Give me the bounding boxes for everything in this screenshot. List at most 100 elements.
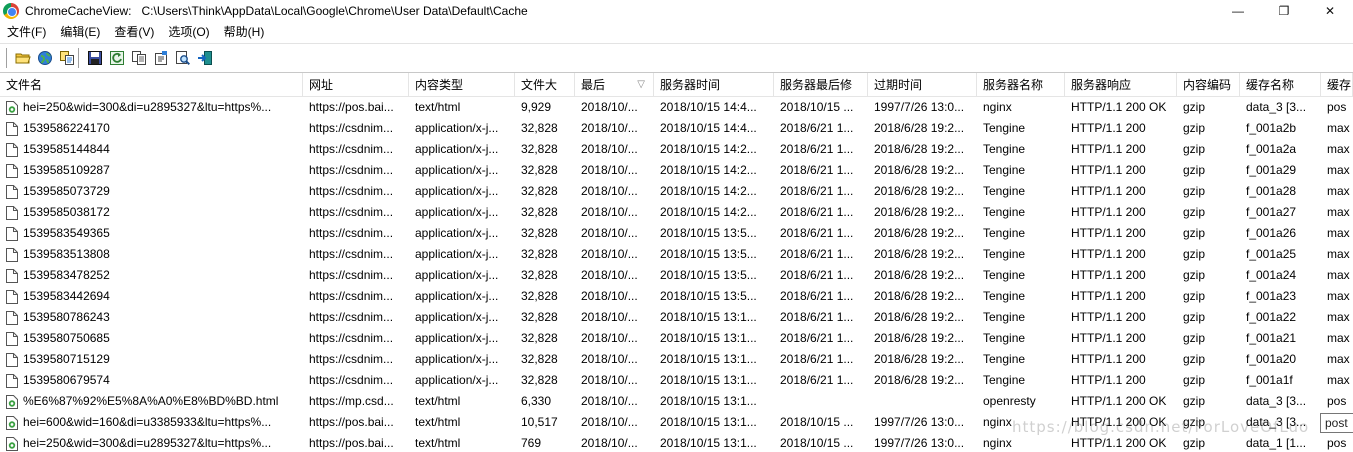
table-cell: f_001a25 — [1240, 244, 1321, 265]
table-row[interactable]: 1539583513808 https://csdnim... applicatio… — [0, 244, 1353, 265]
table-cell: gzip — [1177, 160, 1240, 181]
table-row[interactable]: 1539583549365 https://csdnim... applicatio… — [0, 223, 1353, 244]
cell-text: 2018/6/28 19:2... — [874, 352, 965, 366]
cell-text: HTTP/1.1 200 — [1071, 163, 1146, 177]
cell-text: 2018/6/28 19:2... — [874, 247, 965, 261]
table-cell: 2018/10/... — [575, 181, 654, 202]
table-row[interactable]: %E6%87%92%E5%8A%A0%E8%BD%BD.html https://… — [0, 391, 1353, 412]
refresh-icon[interactable] — [106, 47, 128, 69]
column-header[interactable]: 缓存名称 — [1240, 73, 1321, 97]
table-cell: 32,828 — [515, 370, 575, 391]
find-icon[interactable] — [172, 47, 194, 69]
html-file-icon — [6, 415, 18, 430]
column-header[interactable]: 服务器时间 — [654, 73, 774, 97]
column-header[interactable]: 网址 — [303, 73, 409, 97]
table-cell: max — [1321, 181, 1353, 202]
table-row[interactable]: 1539585144844 https://csdnim... applicatio… — [0, 139, 1353, 160]
column-header[interactable]: 最后 ▽ — [575, 73, 654, 97]
column-header[interactable]: 文件名 — [0, 73, 303, 97]
cell-text: data_3 [3... — [1246, 100, 1307, 114]
table-row[interactable]: 1539580750685 https://csdnim... applicatio… — [0, 328, 1353, 349]
menu-help[interactable]: 帮助(H) — [217, 22, 272, 42]
table-cell: HTTP/1.1 200 — [1065, 349, 1177, 370]
table-cell: text/html — [409, 433, 515, 452]
cell-text: https://pos.bai... — [309, 415, 394, 429]
save-icon[interactable] — [84, 47, 106, 69]
table-cell: 2018/10/15 13:5... — [654, 265, 774, 286]
table-row[interactable]: 1539583442694 https://csdnim... applicatio… — [0, 286, 1353, 307]
cell-text: 2018/6/21 1... — [780, 289, 854, 303]
column-header[interactable]: 过期时间 — [868, 73, 977, 97]
cell-text: 2018/10/... — [581, 289, 638, 303]
table-cell: 2018/10/... — [575, 244, 654, 265]
table-row[interactable]: 1539580715129 https://csdnim... applicatio… — [0, 349, 1353, 370]
minimize-button[interactable]: — — [1215, 0, 1261, 22]
menu-options[interactable]: 选项(O) — [161, 22, 216, 42]
menu-file[interactable]: 文件(F) — [0, 22, 53, 42]
table-row[interactable]: 1539585038172 https://csdnim... applicatio… — [0, 202, 1353, 223]
table-cell: 2018/10/... — [575, 97, 654, 118]
cell-text: 2018/6/28 19:2... — [874, 163, 965, 177]
table-cell: max — [1321, 328, 1353, 349]
column-header[interactable]: 内容编码 — [1177, 73, 1240, 97]
column-header[interactable]: 服务器名称 — [977, 73, 1065, 97]
table-cell: gzip — [1177, 118, 1240, 139]
cell-text: 2018/6/21 1... — [780, 121, 854, 135]
column-header[interactable]: 缓存 — [1321, 73, 1353, 97]
cell-text: https://mp.csd... — [309, 394, 394, 408]
table-cell: gzip — [1177, 181, 1240, 202]
cell-text: https://csdnim... — [309, 226, 394, 240]
table-cell: gzip — [1177, 97, 1240, 118]
table-cell: openresty — [977, 391, 1065, 412]
copy-files-icon[interactable] — [56, 47, 78, 69]
column-header-label: 内容类型 — [415, 78, 464, 92]
cell-text: 2018/10/15 13:1... — [660, 310, 757, 324]
cell-text: 2018/6/28 19:2... — [874, 310, 965, 324]
exit-icon[interactable] — [194, 47, 216, 69]
table-cell: max — [1321, 202, 1353, 223]
file-icon — [6, 226, 18, 241]
column-header[interactable]: 文件大 — [515, 73, 575, 97]
table-row[interactable]: 1539586224170 https://csdnim... applicatio… — [0, 118, 1353, 139]
cell-text: 1997/7/26 13:0... — [874, 415, 965, 429]
menu-view[interactable]: 查看(V) — [107, 22, 161, 42]
restore-button[interactable]: ❐ — [1261, 0, 1307, 22]
cell-text: 1539585109287 — [23, 163, 110, 177]
cell-text: 32,828 — [521, 268, 558, 282]
properties-icon[interactable] — [150, 47, 172, 69]
cell-text: Tengine — [983, 373, 1026, 387]
file-icon — [6, 289, 18, 304]
table-row[interactable]: 1539580786243 https://csdnim... applicatio… — [0, 307, 1353, 328]
table-cell: Tengine — [977, 118, 1065, 139]
table-cell: 32,828 — [515, 160, 575, 181]
table-cell: HTTP/1.1 200 — [1065, 202, 1177, 223]
column-header[interactable]: 服务器最后修 — [774, 73, 868, 97]
table-row[interactable]: 1539583478252 https://csdnim... applicatio… — [0, 265, 1353, 286]
column-header[interactable]: 内容类型 — [409, 73, 515, 97]
table-row[interactable]: 1539585073729 https://csdnim... applicatio… — [0, 181, 1353, 202]
menu-edit[interactable]: 编辑(E) — [53, 22, 107, 42]
cell-text: 2018/6/21 1... — [780, 373, 854, 387]
cell-text: 2018/6/21 1... — [780, 142, 854, 156]
table-cell: gzip — [1177, 265, 1240, 286]
table-row[interactable]: hei=250&wid=300&di=u2895327&ltu=https%..… — [0, 97, 1353, 118]
chrome-app-icon — [3, 3, 19, 19]
copy-icon[interactable] — [128, 47, 150, 69]
table-row[interactable]: 1539580679574 https://csdnim... applicatio… — [0, 370, 1353, 391]
table-cell: gzip — [1177, 307, 1240, 328]
table-cell: Tengine — [977, 349, 1065, 370]
column-header[interactable]: 服务器响应 — [1065, 73, 1177, 97]
globe-icon[interactable] — [34, 47, 56, 69]
open-folder-icon[interactable] — [12, 47, 34, 69]
table-cell: hei=250&wid=300&di=u2895327&ltu=https%..… — [0, 433, 303, 452]
cell-text: 2018/6/28 19:2... — [874, 373, 965, 387]
table-cell: text/html — [409, 412, 515, 433]
cache-list[interactable]: 文件名 网址 内容类型 文件大 最后 ▽ 服务器时间 服务器最后修 过期时间 服务器名称 服务器响应… — [0, 72, 1353, 452]
table-cell: 32,828 — [515, 139, 575, 160]
close-button[interactable]: ✕ — [1307, 0, 1353, 22]
table-cell: 32,828 — [515, 181, 575, 202]
cell-text: max — [1327, 352, 1350, 366]
table-row[interactable]: 1539585109287 https://csdnim... applicatio… — [0, 160, 1353, 181]
cell-text: max — [1327, 226, 1350, 240]
table-cell: https://csdnim... — [303, 307, 409, 328]
